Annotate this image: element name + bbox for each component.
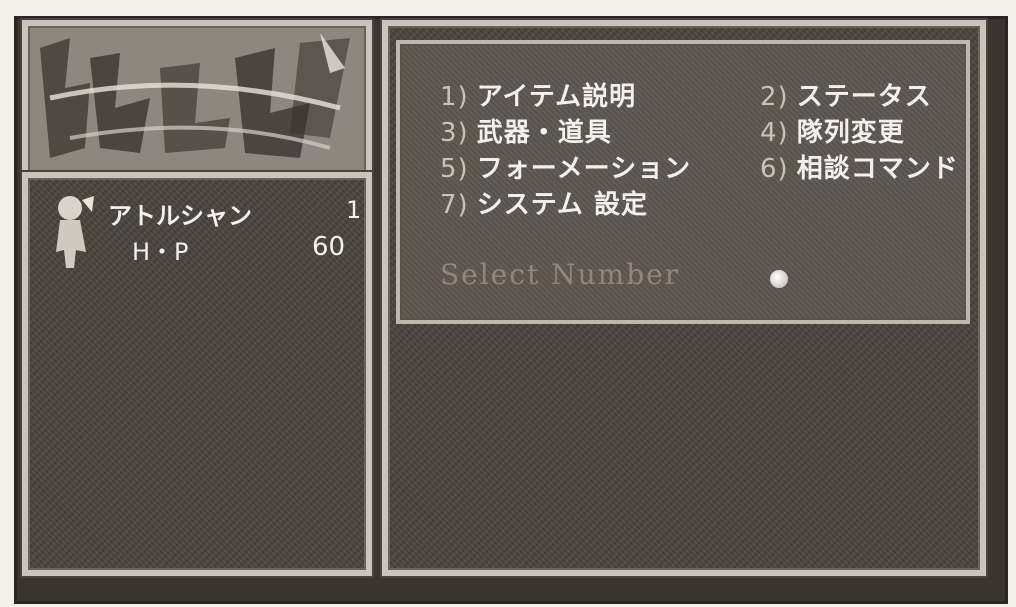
menu-item-consult-command[interactable]: 6) 相談コマンド	[760, 148, 959, 185]
menu-item-item-description[interactable]: 1) アイテム説明	[440, 76, 636, 113]
selection-cursor-icon	[770, 270, 788, 288]
menu-item-equipment[interactable]: 3) 武器・道具	[440, 112, 612, 149]
hp-value: 60	[312, 232, 346, 262]
menu-label: 隊列変更	[796, 118, 905, 148]
hp-label: H・P	[132, 238, 189, 266]
menu-number: 1)	[440, 82, 469, 112]
menu-number: 2)	[760, 82, 789, 112]
game-logo	[30, 28, 360, 173]
menu-number: 6)	[760, 154, 789, 184]
menu-item-formation[interactable]: 5) フォーメーション	[440, 148, 691, 185]
menu-label: 武器・道具	[476, 118, 612, 148]
select-number-prompt: Select Number	[440, 258, 681, 291]
menu-label: ステータス	[796, 82, 932, 112]
menu-number: 7)	[440, 190, 469, 220]
menu-label: フォーメーション	[476, 154, 692, 184]
menu-item-status[interactable]: 2) ステータス	[760, 76, 932, 113]
menu-label: 相談コマンド	[796, 154, 959, 184]
menu-number: 3)	[440, 118, 469, 148]
menu-item-system-settings[interactable]: 7) システム 設定	[440, 184, 648, 221]
character-portrait	[56, 196, 94, 268]
character-level: 1	[346, 196, 362, 224]
menu-number: 4)	[760, 118, 789, 148]
menu-label: アイテム説明	[476, 82, 637, 112]
character-name: アトルシャン	[108, 202, 252, 230]
menu-item-party-order[interactable]: 4) 隊列変更	[760, 112, 905, 149]
menu-number: 5)	[440, 154, 469, 184]
menu-label: システム 設定	[476, 190, 648, 220]
